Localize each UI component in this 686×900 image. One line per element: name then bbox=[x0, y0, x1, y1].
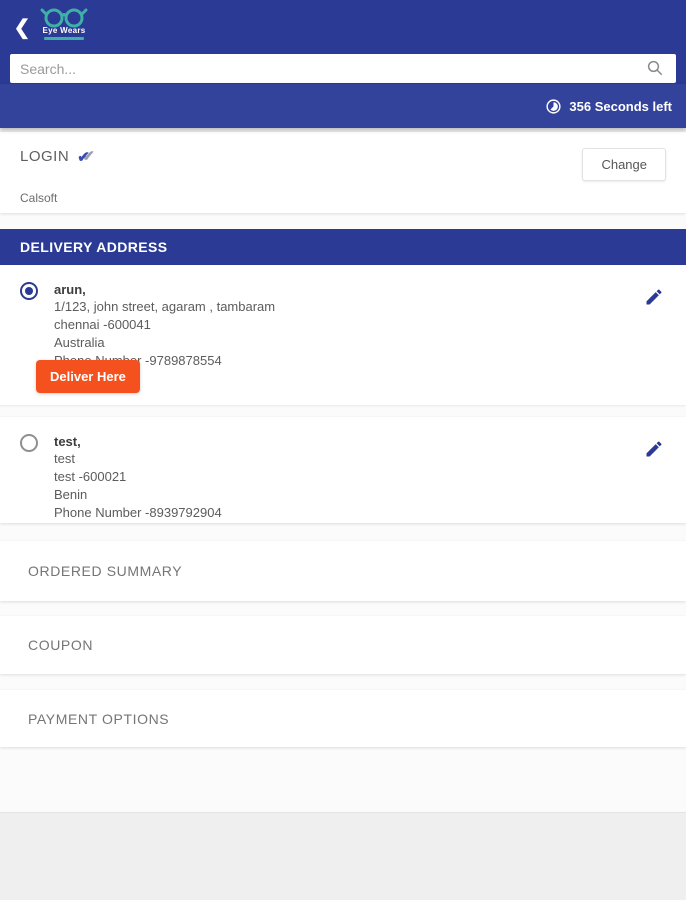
address-name: test, bbox=[54, 434, 81, 449]
edit-address-icon[interactable] bbox=[644, 439, 664, 459]
logo-underline bbox=[44, 37, 84, 40]
verified-check-icon: ✔ ✔ bbox=[77, 147, 95, 166]
glasses-icon bbox=[40, 8, 88, 28]
brand-logo[interactable]: Eye Wears bbox=[36, 4, 92, 40]
timer-text: 356 Seconds left bbox=[569, 98, 672, 114]
address-street: test bbox=[54, 451, 75, 466]
search-icon[interactable] bbox=[646, 59, 664, 77]
timer-icon bbox=[546, 98, 561, 114]
delivery-address-header: DELIVERY ADDRESS bbox=[0, 229, 686, 265]
coupon-section[interactable]: COUPON bbox=[0, 616, 686, 674]
login-title: LOGIN bbox=[20, 148, 70, 165]
login-section: LOGIN ✔ ✔ Change Calsoft bbox=[0, 132, 686, 213]
deliver-here-button[interactable]: Deliver Here bbox=[36, 360, 140, 393]
address-radio-selected[interactable] bbox=[20, 282, 38, 300]
edit-address-icon[interactable] bbox=[644, 287, 664, 307]
search-input[interactable] bbox=[10, 54, 676, 83]
search-bar bbox=[10, 54, 676, 83]
address-country: Australia bbox=[54, 335, 105, 350]
address-radio-unselected[interactable] bbox=[20, 434, 38, 452]
back-icon[interactable]: ❮ bbox=[10, 16, 34, 40]
address-country: Benin bbox=[54, 487, 88, 502]
address-phone: Phone Number -8939792904 bbox=[54, 505, 222, 520]
ordered-summary-label: ORDERED SUMMARY bbox=[28, 563, 183, 579]
page-body: LOGIN ✔ ✔ Change Calsoft DELIVERY ADDRES… bbox=[0, 132, 686, 900]
login-username: Calsoft bbox=[20, 191, 58, 205]
checkout-timer-bar: 356 Seconds left bbox=[0, 84, 686, 128]
footer-spacer bbox=[0, 747, 686, 812]
change-login-button[interactable]: Change bbox=[582, 148, 666, 181]
address-city: chennai -600041 bbox=[54, 317, 151, 332]
payment-options-section[interactable]: PAYMENT OPTIONS bbox=[0, 690, 686, 747]
address-street: 1/123, john street, agaram , tambaram bbox=[54, 299, 276, 314]
address-name: arun, bbox=[54, 282, 86, 297]
coupon-label: COUPON bbox=[28, 637, 94, 653]
ordered-summary-section[interactable]: ORDERED SUMMARY bbox=[0, 541, 686, 601]
app-header: ❮ Eye Wears bbox=[0, 0, 686, 84]
payment-options-label: PAYMENT OPTIONS bbox=[28, 710, 170, 727]
address-city: test -600021 bbox=[54, 469, 127, 484]
brand-name: Eye Wears bbox=[42, 26, 86, 35]
footer-area bbox=[0, 812, 686, 900]
address-card-1: arun, 1/123, john street, agaram , tamba… bbox=[0, 265, 686, 405]
address-card-2: test, test test -600021 Benin Phone Numb… bbox=[0, 417, 686, 523]
